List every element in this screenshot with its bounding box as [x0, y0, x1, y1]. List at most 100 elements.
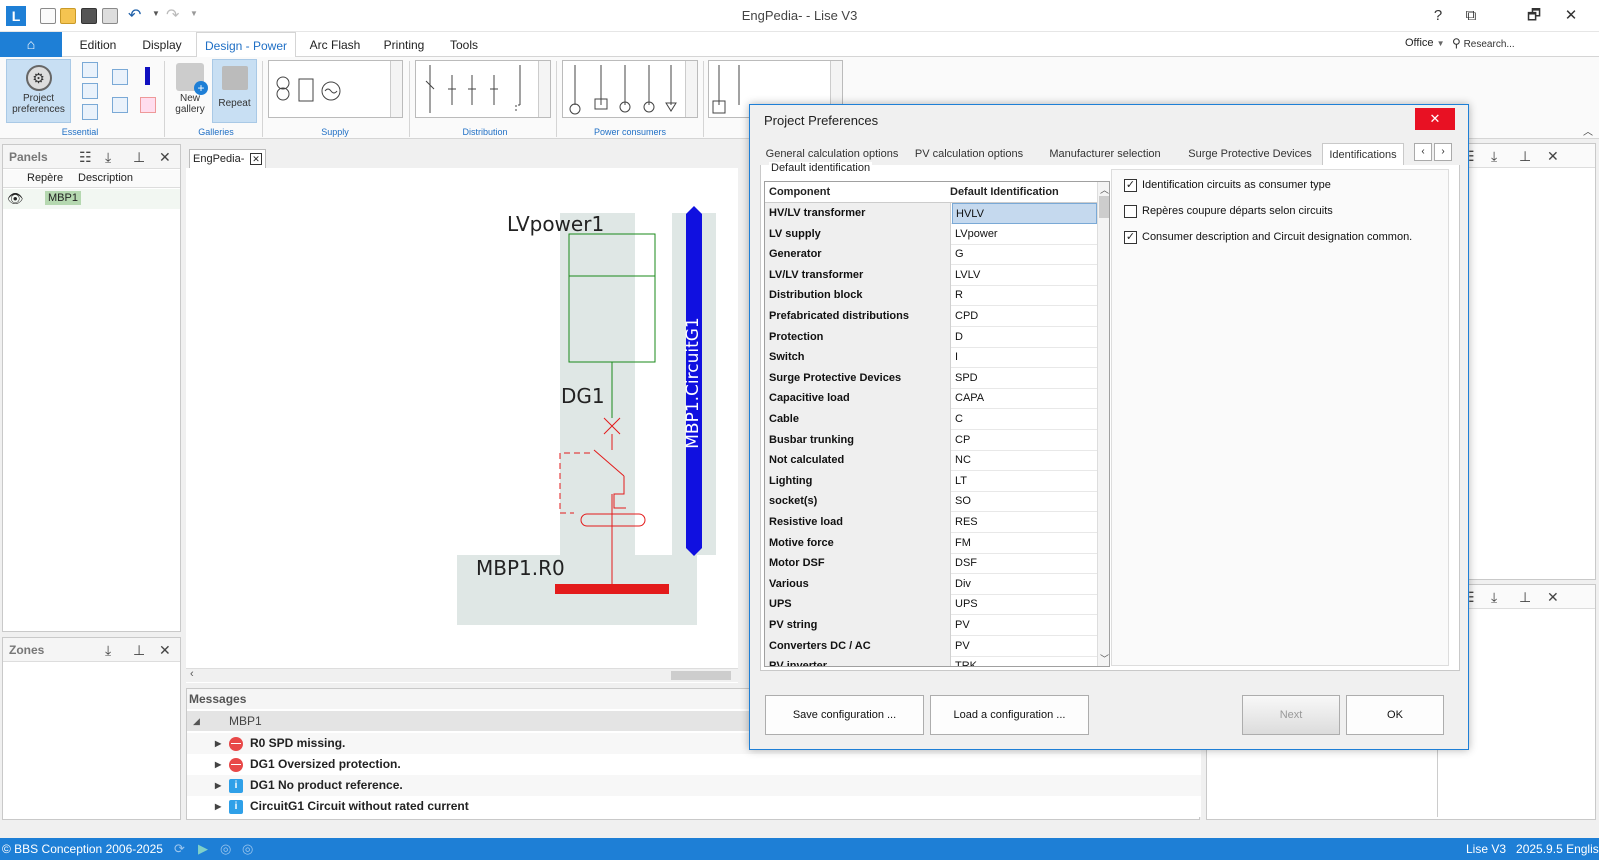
- identification-cell[interactable]: R: [952, 285, 1097, 306]
- load-configuration-button[interactable]: Load a configuration ...: [930, 695, 1089, 735]
- grid-row[interactable]: Capacitive load CAPA: [765, 388, 1097, 410]
- undo-dropdown-icon[interactable]: ▼: [152, 9, 160, 18]
- grid-row[interactable]: Not calculated NC: [765, 450, 1097, 472]
- sync-icon[interactable]: ⟳: [174, 838, 185, 860]
- play-icon[interactable]: ▶: [198, 838, 208, 860]
- identification-cell[interactable]: CPD: [952, 306, 1097, 327]
- tab-arc-flash[interactable]: Arc Flash: [302, 32, 368, 57]
- identification-cell[interactable]: C: [952, 409, 1097, 430]
- undo-icon[interactable]: ↶: [128, 5, 141, 25]
- tab-surge-protective-devices[interactable]: Surge Protective Devices: [1180, 143, 1320, 165]
- research-field[interactable]: ⚲ Research...: [1452, 36, 1592, 53]
- bar-icon[interactable]: [145, 67, 150, 85]
- grid-row[interactable]: HV/LV transformer HVLV: [765, 203, 1097, 224]
- identification-cell[interactable]: I: [952, 347, 1097, 368]
- pin-icon[interactable]: ⊥: [133, 638, 145, 662]
- grid-row[interactable]: Prefabricated distributions CPD: [765, 306, 1097, 327]
- layout-icon[interactable]: [112, 97, 128, 113]
- identification-cell[interactable]: HVLV: [952, 203, 1097, 224]
- dock-icon[interactable]: ⤓: [105, 638, 111, 662]
- collapse-ribbon-icon[interactable]: ︿: [1583, 123, 1593, 138]
- tab-pv-calculation[interactable]: PV calculation options: [908, 143, 1030, 165]
- grid-row[interactable]: UPS UPS: [765, 594, 1097, 616]
- grid-row[interactable]: Motor DSF DSF: [765, 553, 1097, 575]
- grid-row[interactable]: Surge Protective Devices SPD: [765, 367, 1097, 389]
- col-description[interactable]: Description: [78, 172, 133, 184]
- expand-icon[interactable]: ▶: [215, 796, 221, 817]
- grid-row[interactable]: Protection D: [765, 326, 1097, 348]
- help-button[interactable]: ?: [1423, 4, 1453, 28]
- identification-cell[interactable]: DSF: [952, 553, 1097, 574]
- option-label[interactable]: Identification circuits as consumer type: [1142, 179, 1331, 191]
- panels-row[interactable]: 👁 MBP1: [3, 189, 180, 209]
- print-icon[interactable]: [102, 8, 118, 24]
- tab-display[interactable]: Display: [132, 32, 192, 57]
- option-label[interactable]: Consumer description and Circuit designa…: [1142, 231, 1412, 243]
- repeat-button[interactable]: Repeat: [212, 59, 257, 123]
- identification-cell[interactable]: G: [952, 244, 1097, 265]
- tab-tools[interactable]: Tools: [440, 32, 488, 57]
- close-window-button[interactable]: ✕: [1556, 4, 1586, 28]
- grid-row[interactable]: Lighting LT: [765, 470, 1097, 492]
- close-icon[interactable]: ✕: [159, 145, 171, 169]
- person-icon[interactable]: [140, 97, 156, 113]
- col-component[interactable]: Component: [769, 182, 830, 203]
- pin-icon[interactable]: ⊥: [1519, 585, 1531, 609]
- horizontal-scrollbar[interactable]: ‹: [186, 668, 738, 682]
- office-theme-select[interactable]: Office ▼: [1405, 37, 1445, 49]
- tab-identifications[interactable]: Identifications: [1322, 143, 1404, 165]
- identification-cell[interactable]: LT: [952, 471, 1097, 492]
- ribbon-display-button[interactable]: ⧉: [1456, 4, 1486, 28]
- identification-cell[interactable]: FM: [952, 533, 1097, 554]
- col-default-identification[interactable]: Default Identification: [950, 182, 1059, 203]
- pin-icon[interactable]: ⊥: [133, 145, 145, 169]
- grid-row[interactable]: LV/LV transformer LVLV: [765, 264, 1097, 286]
- grid-row[interactable]: PV string PV: [765, 615, 1097, 636]
- dock-icon[interactable]: ⤓: [1491, 144, 1497, 168]
- dialog-close-button[interactable]: ✕: [1415, 108, 1455, 130]
- identification-cell[interactable]: NC: [952, 450, 1097, 471]
- grid-row[interactable]: Resistive load RES: [765, 512, 1097, 533]
- gallery-scrollbar[interactable]: [538, 61, 550, 117]
- identification-cell[interactable]: LVpower: [952, 224, 1097, 245]
- option-checkbox[interactable]: ✓: [1124, 231, 1137, 244]
- quick-access-dropdown-icon[interactable]: ▼: [190, 9, 198, 18]
- tab-scroll-right-icon[interactable]: ›: [1434, 143, 1452, 161]
- distribution-gallery[interactable]: [415, 60, 551, 118]
- identification-cell[interactable]: RES: [952, 512, 1097, 533]
- expand-icon[interactable]: ▶: [215, 754, 221, 775]
- tab-manufacturer-selection[interactable]: Manufacturer selection: [1034, 143, 1176, 165]
- document-tab[interactable]: EngPedia- ✕: [189, 149, 266, 169]
- grid-row[interactable]: socket(s) SO: [765, 491, 1097, 513]
- close-icon[interactable]: ✕: [1547, 144, 1559, 168]
- close-icon[interactable]: ✕: [1547, 585, 1559, 609]
- grid-row[interactable]: LV supply LVpower: [765, 223, 1097, 245]
- record-icon[interactable]: ◎: [220, 838, 231, 860]
- open-folder-icon[interactable]: [60, 8, 76, 24]
- identification-cell[interactable]: PV: [952, 615, 1097, 636]
- grid-row[interactable]: PV inverter TRK: [765, 656, 1097, 666]
- identification-cell[interactable]: SPD: [952, 368, 1097, 389]
- gallery-scrollbar[interactable]: [685, 61, 697, 117]
- identification-cell[interactable]: PV: [952, 636, 1097, 657]
- grid-icon[interactable]: [112, 69, 128, 85]
- collapse-icon[interactable]: ◢: [193, 711, 200, 731]
- grid-row[interactable]: Busbar trunking CP: [765, 429, 1097, 451]
- diagram-canvas[interactable]: LVpower1 DG1 MBP1.R0 MBP1.CircuitG1 ‹: [186, 168, 738, 683]
- grid-row[interactable]: Generator G: [765, 244, 1097, 266]
- save-configuration-button[interactable]: Save configuration ...: [765, 695, 924, 735]
- col-repere[interactable]: Repère: [27, 172, 63, 184]
- identification-cell[interactable]: TRK: [952, 656, 1097, 666]
- tab-design-power[interactable]: Design - Power: [196, 32, 296, 58]
- option-label[interactable]: Repères coupure départs selon circuits: [1142, 205, 1333, 217]
- new-gallery-button[interactable]: + New gallery: [170, 59, 210, 123]
- grid-row[interactable]: Motive force FM: [765, 532, 1097, 554]
- dock-icon[interactable]: ⤓: [105, 145, 111, 169]
- message-row[interactable]: ▶ i DG1 No product reference.: [187, 775, 1201, 796]
- ok-button[interactable]: OK: [1346, 695, 1444, 735]
- dock-icon[interactable]: ⤓: [1491, 585, 1497, 609]
- busbar[interactable]: [555, 584, 669, 594]
- grid-row[interactable]: Various Div: [765, 573, 1097, 595]
- power-consumers-gallery[interactable]: [562, 60, 698, 118]
- list-icon[interactable]: ☷: [79, 145, 92, 169]
